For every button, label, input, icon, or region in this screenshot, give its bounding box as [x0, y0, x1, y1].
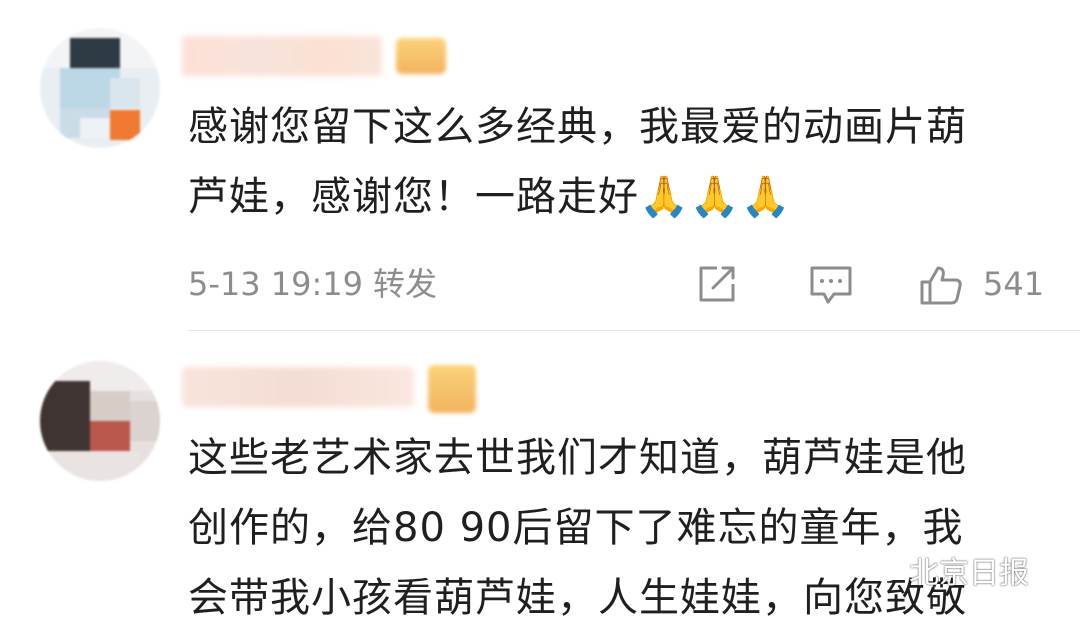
avatar[interactable]	[40, 361, 160, 481]
member-badge	[396, 38, 446, 74]
comment-icon[interactable]	[808, 264, 854, 310]
watermark-text: 北京日报	[909, 556, 1029, 591]
timestamp: 5-13 19:19	[188, 265, 364, 303]
comment-meta: 5-13 19:19 转发 541	[188, 262, 1048, 306]
like-count: 541	[983, 265, 1045, 303]
comment-text: 感谢您留下这么多经典，我最爱的动画片葫 芦娃，感谢您！一路走好🙏🙏🙏	[188, 92, 1048, 232]
member-badge	[428, 365, 476, 413]
thumbs-up-icon[interactable]	[918, 264, 964, 310]
comment-text-line: 感谢您留下这么多经典，我最爱的动画片葫	[188, 104, 967, 150]
comment-item: 感谢您留下这么多经典，我最爱的动画片葫 芦娃，感谢您！一路走好🙏🙏🙏 5-13 …	[0, 0, 1080, 330]
watermark: 北京日报	[875, 552, 1029, 596]
comment-text-line: 芦娃，感谢您！一路走好🙏🙏🙏	[188, 174, 792, 220]
avatar[interactable]	[40, 28, 160, 148]
repost-button[interactable]: 转发	[373, 262, 437, 306]
share-icon[interactable]	[695, 264, 739, 308]
comment-text-line: 这些老艺术家去世我们才知道，葫芦娃是他	[188, 435, 967, 481]
weibo-logo-icon	[875, 552, 903, 596]
username[interactable]	[182, 36, 382, 76]
comment-text: 这些老艺术家去世我们才知道，葫芦娃是他 创作的，给80 90后留下了难忘的童年，…	[188, 423, 1048, 633]
username[interactable]	[182, 367, 414, 407]
